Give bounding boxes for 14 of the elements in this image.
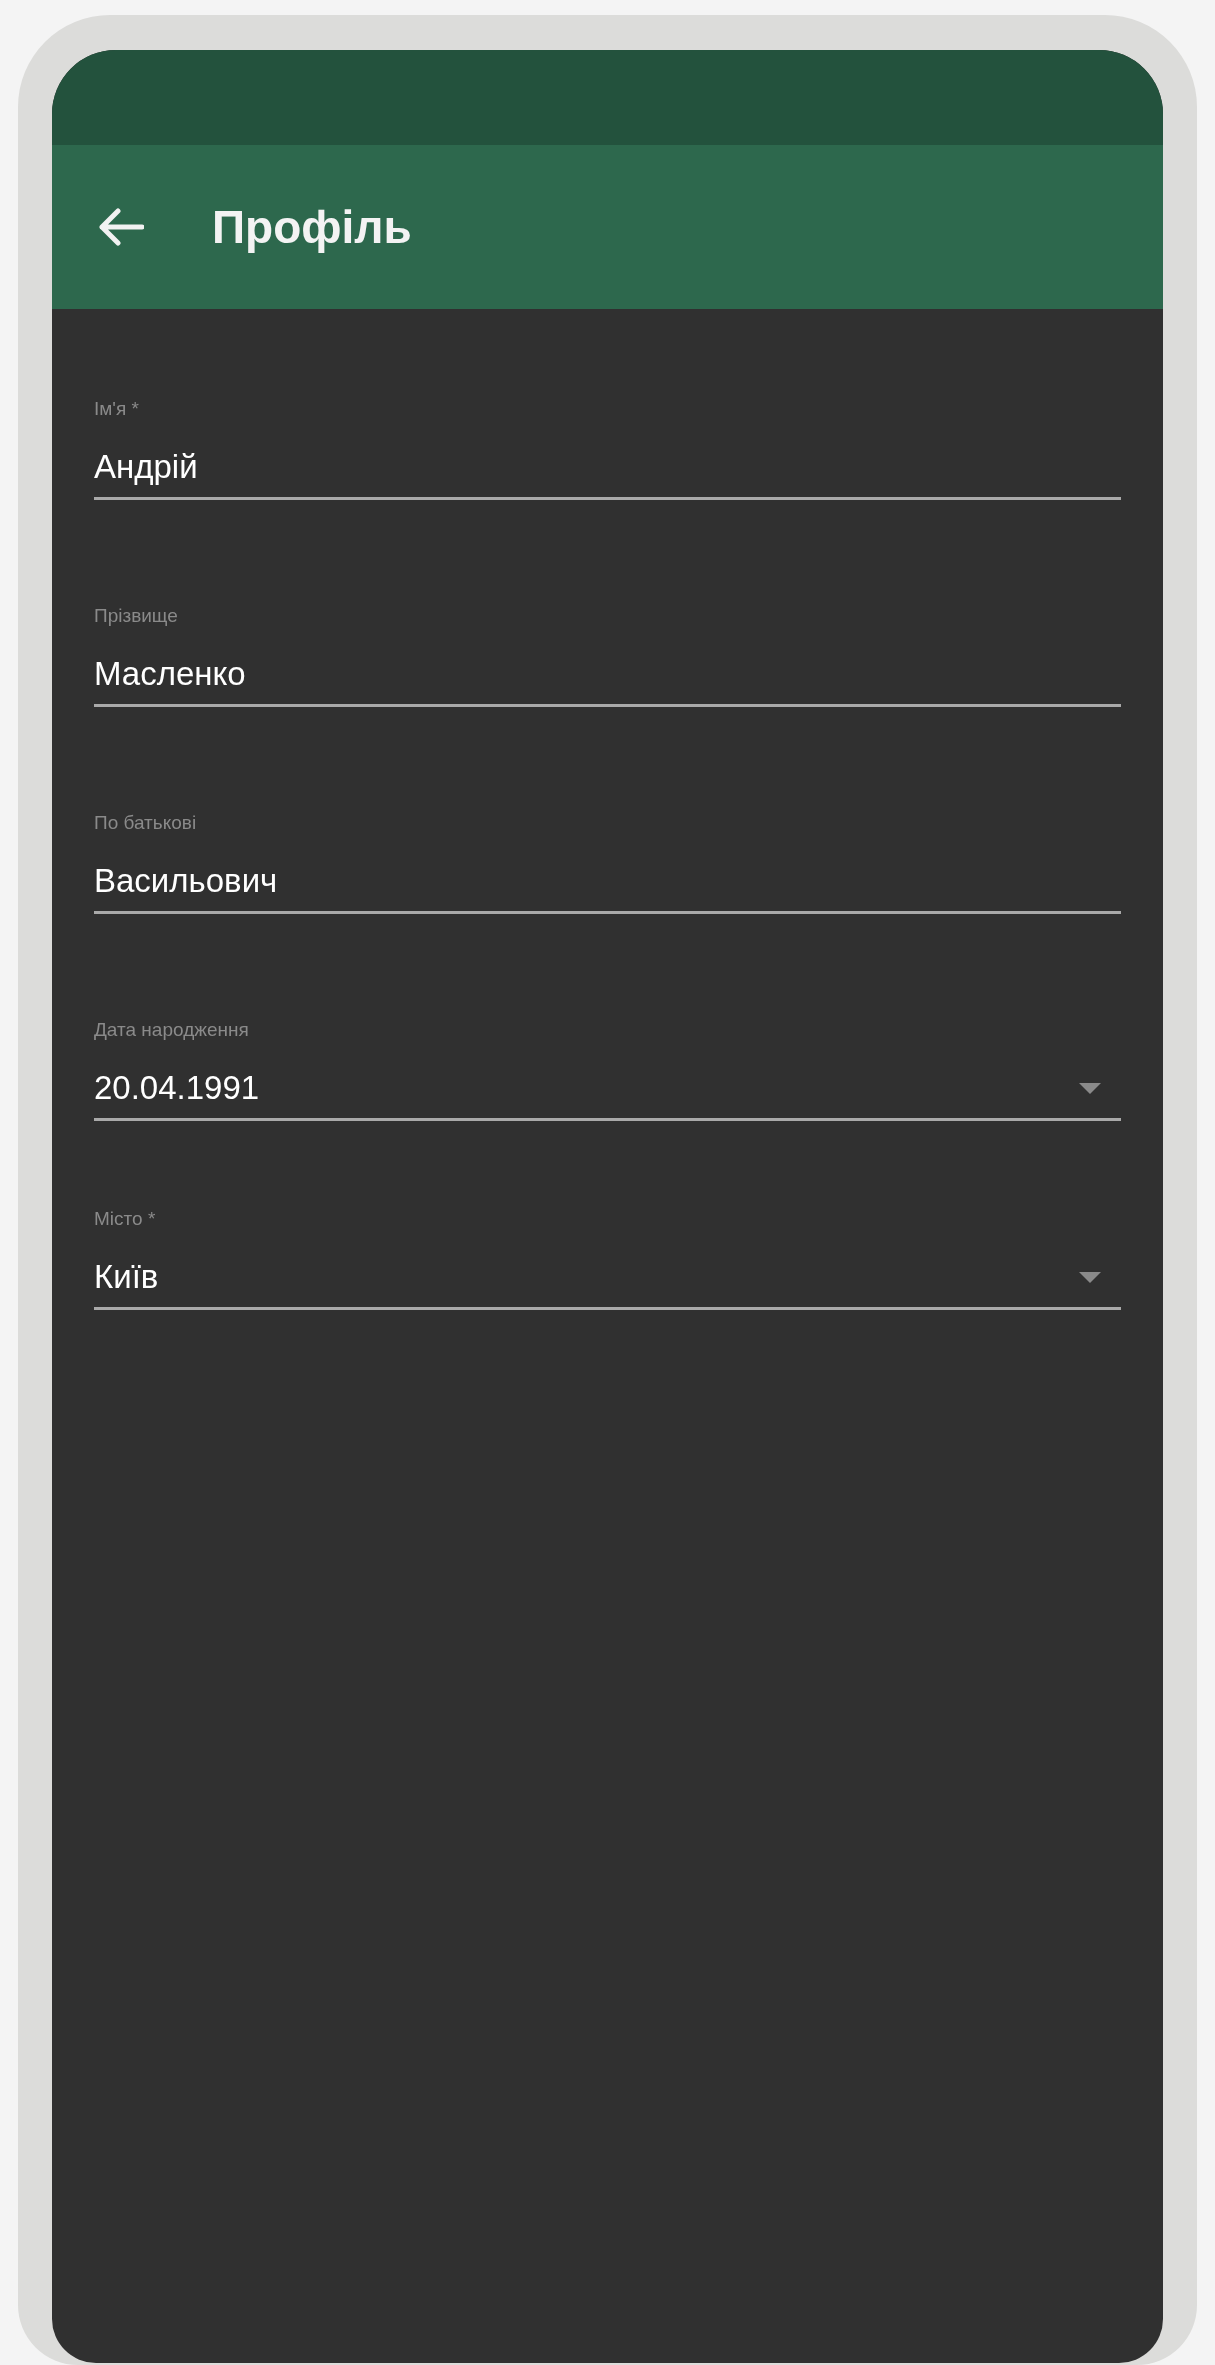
field-label: Ім'я * bbox=[94, 397, 140, 421]
field-label: Прізвище bbox=[94, 604, 179, 628]
caret-icon bbox=[1079, 1271, 1101, 1283]
field-label: Місто * bbox=[94, 1207, 157, 1231]
input-field[interactable]: Андрій bbox=[94, 447, 1121, 500]
input-field[interactable]: Масленко bbox=[94, 654, 1121, 707]
field-label: Дата народження bbox=[94, 1018, 250, 1042]
field-label: По батькові bbox=[94, 811, 198, 835]
dropdown-field[interactable]: 20.04.1991 bbox=[94, 1068, 1121, 1121]
input-field[interactable]: Васильович bbox=[94, 861, 1121, 914]
dropdown-field[interactable]: Київ bbox=[94, 1257, 1121, 1310]
screen-title: Профіль bbox=[212, 199, 412, 255]
caret-icon bbox=[1079, 1082, 1101, 1094]
back-arrow-icon[interactable] bbox=[96, 207, 144, 247]
